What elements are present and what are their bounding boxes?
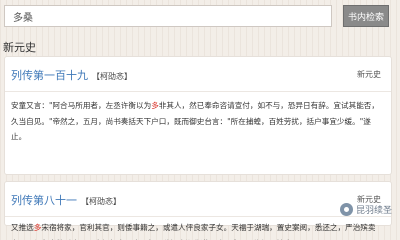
- search-in-book-button[interactable]: 书内检索: [343, 5, 389, 27]
- result-title-link[interactable]: 列传第一百十九 【柯劭忞】: [11, 67, 132, 83]
- result-snippet: 安童又言："阿合马所用者，左丞许衡以为多非其人，然已奉命咨请宣付，如不与，恐异日…: [11, 101, 379, 141]
- result-book-name: 新元史: [357, 70, 381, 79]
- result-card-header: 列传第八十一 【柯劭忞】 新元史: [5, 182, 391, 217]
- result-snippet: 又推选多宋宿将家，官利其官，则倭事籍之，或遣人伻良家子女。天福于湖瑞，置史案阅，…: [11, 223, 376, 240]
- result-title: 列传第一百十九: [11, 69, 88, 82]
- watermark-text: 昆羽续圣: [355, 206, 392, 216]
- search-highlight: 多: [151, 101, 159, 110]
- watermark: 昆羽续圣: [339, 203, 392, 216]
- search-bar: 书内检索: [0, 0, 400, 36]
- result-author: 【柯劭忞】: [92, 72, 132, 81]
- section-title: 新元史: [3, 41, 36, 54]
- search-input[interactable]: [4, 5, 332, 27]
- result-title: 列传第八十一: [11, 194, 77, 207]
- result-card-header: 列传第一百十九 【柯劭忞】 新元史: [5, 57, 391, 92]
- camera-icon: [339, 203, 353, 216]
- result-card: 列传第八十一 【柯劭忞】 新元史 又推选多宋宿将家，官利其官，则倭事籍之，或遣人伻…: [4, 181, 392, 240]
- result-author: 【柯劭忞】: [81, 197, 121, 206]
- result-card: 列传第一百十九 【柯劭忞】 新元史 安童又言："阿合马所用者，左丞许衡以为多非其人…: [4, 56, 392, 175]
- result-title-link[interactable]: 列传第八十一 【柯劭忞】: [11, 192, 121, 208]
